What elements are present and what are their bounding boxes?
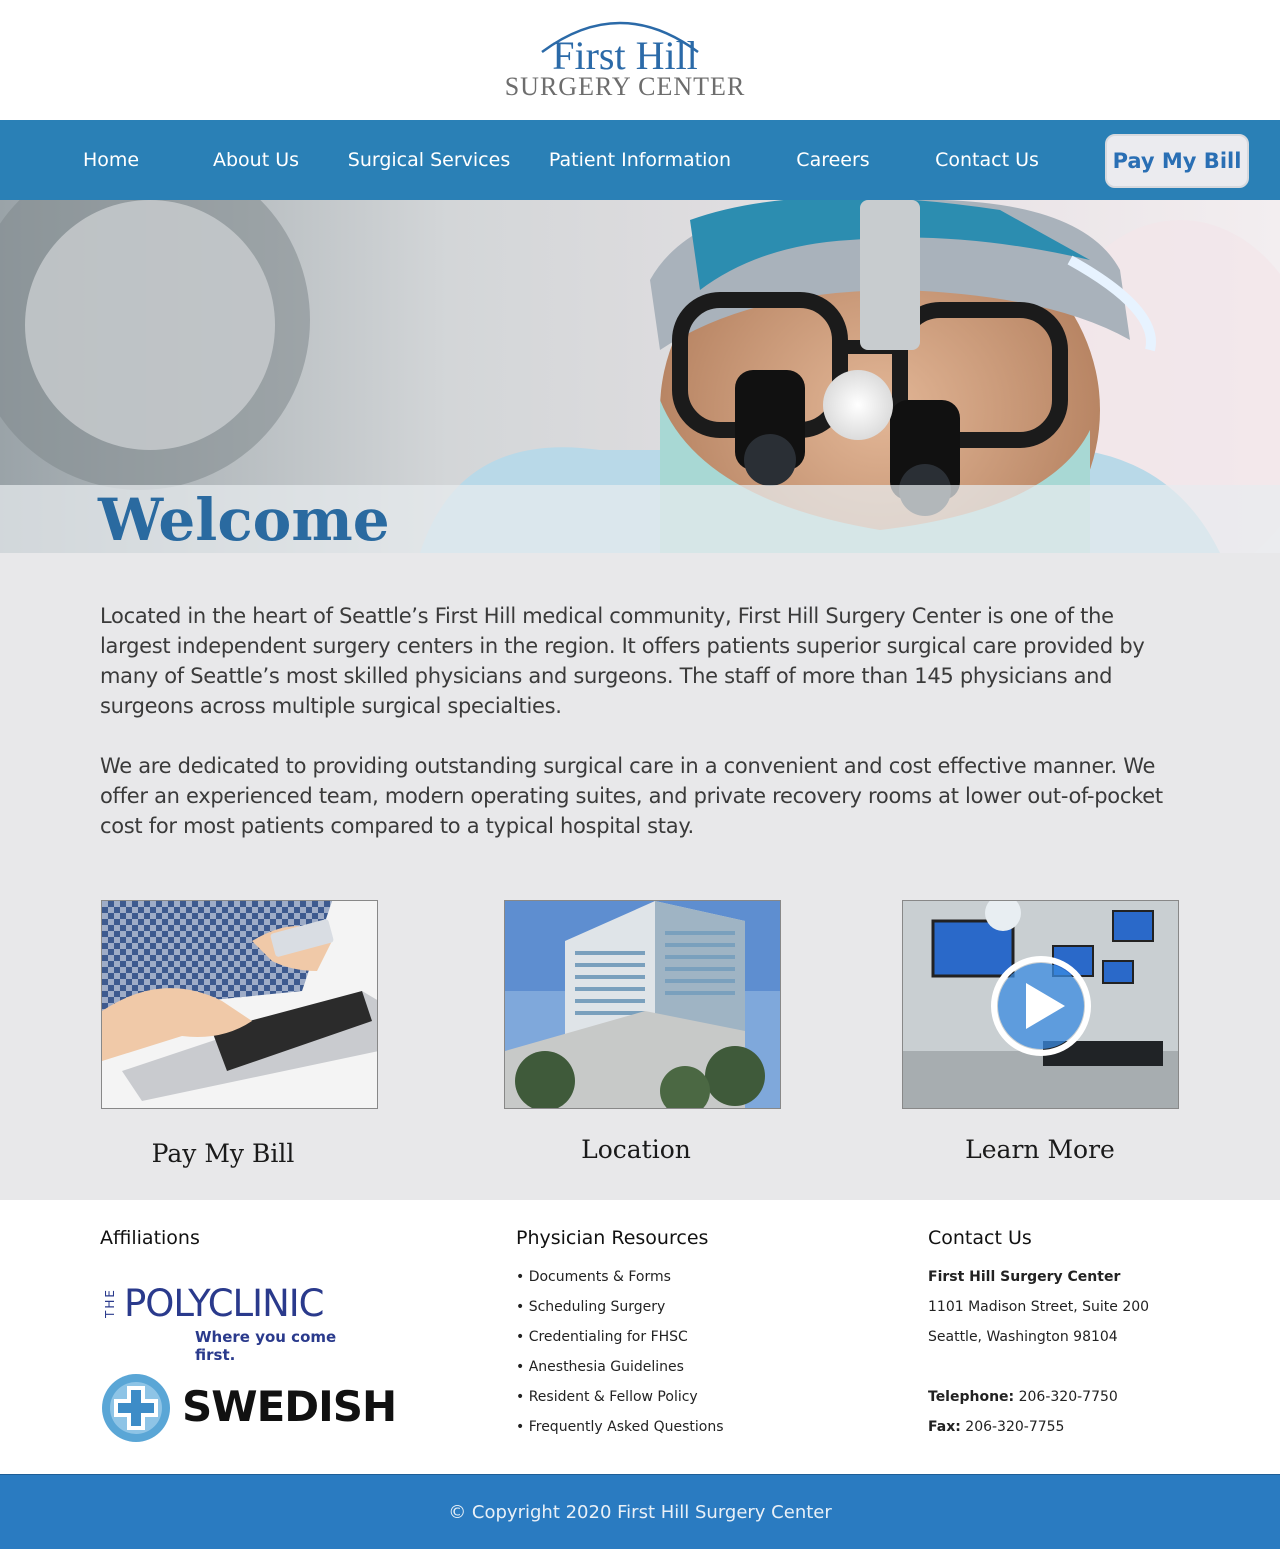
link-anesthesia-guidelines[interactable]: • Anesthesia Guidelines (516, 1357, 684, 1377)
main-nav: Home About Us Surgical Services Patient … (0, 120, 1280, 200)
telephone-label: Telephone: (928, 1389, 1015, 1405)
laptop-payment-image (102, 901, 377, 1108)
operating-room-video-image (903, 901, 1178, 1108)
nav-patient-information[interactable]: Patient Information (540, 120, 740, 200)
link-documents-forms[interactable]: • Documents & Forms (516, 1267, 671, 1287)
polyclinic-prefix: THE (103, 1288, 117, 1318)
telephone-value[interactable]: 206-320-7750 (1019, 1389, 1118, 1405)
swedish-name: SWEDISH (182, 1382, 397, 1431)
site-header: First Hill SURGERY CENTER (0, 0, 1280, 120)
logo-subtitle: SURGERY CENTER (504, 72, 746, 101)
nav-careers[interactable]: Careers (780, 120, 886, 200)
building-image (505, 901, 780, 1108)
intro-paragraph-1: Located in the heart of Seattle’s First … (100, 604, 1145, 718)
pay-my-bill-button[interactable]: Pay My Bill (1105, 134, 1249, 188)
contact-fax: Fax: 206-320-7755 (928, 1417, 1064, 1437)
location-card-label[interactable]: Location (486, 1134, 786, 1166)
learn-more-card-label[interactable]: Learn More (890, 1134, 1190, 1166)
fax-value: 206-320-7755 (965, 1419, 1065, 1435)
nav-home[interactable]: Home (62, 120, 160, 200)
physician-resources-heading: Physician Resources (516, 1227, 709, 1249)
nav-contact-us[interactable]: Contact Us (924, 120, 1050, 200)
affiliations-heading: Affiliations (100, 1227, 200, 1249)
contact-heading: Contact Us (928, 1227, 1032, 1249)
link-scheduling-surgery[interactable]: • Scheduling Surgery (516, 1297, 665, 1317)
link-credentialing[interactable]: • Credentialing for FHSC (516, 1327, 688, 1347)
pay-bill-card-image[interactable] (101, 900, 378, 1109)
site-logo[interactable]: First Hill SURGERY CENTER (480, 10, 770, 105)
learn-more-card-image[interactable] (902, 900, 1179, 1109)
location-card-image[interactable] (504, 900, 781, 1109)
polyclinic-tagline: Where you come first. (195, 1328, 337, 1364)
nav-surgical-services[interactable]: Surgical Services (340, 120, 518, 200)
contact-address-line2: Seattle, Washington 98104 (928, 1329, 1118, 1345)
welcome-heading: Welcome (98, 486, 390, 554)
link-resident-fellow-policy[interactable]: • Resident & Fellow Policy (516, 1387, 698, 1407)
fax-label: Fax: (928, 1419, 961, 1435)
swedish-logo[interactable]: SWEDISH (100, 1370, 397, 1446)
nav-about-us[interactable]: About Us (196, 120, 316, 200)
polyclinic-logo[interactable]: THE POLYCLINIC Where you come first. (100, 1282, 380, 1364)
link-faq[interactable]: • Frequently Asked Questions (516, 1417, 724, 1437)
intro-paragraph-2: We are dedicated to providing outstandin… (100, 754, 1163, 838)
logo-title: First Hill (552, 33, 698, 78)
contact-address-line1: 1101 Madison Street, Suite 200 (928, 1299, 1150, 1315)
contact-telephone: Telephone: 206-320-7750 (928, 1387, 1118, 1407)
contact-name: First Hill Surgery Center (928, 1269, 1121, 1285)
swedish-cross-icon (102, 1374, 170, 1442)
copyright-bar: © Copyright 2020 First Hill Surgery Cent… (0, 1474, 1280, 1549)
polyclinic-name: POLYCLINIC (124, 1282, 324, 1325)
pay-bill-card-label[interactable]: Pay My Bill (73, 1138, 373, 1170)
